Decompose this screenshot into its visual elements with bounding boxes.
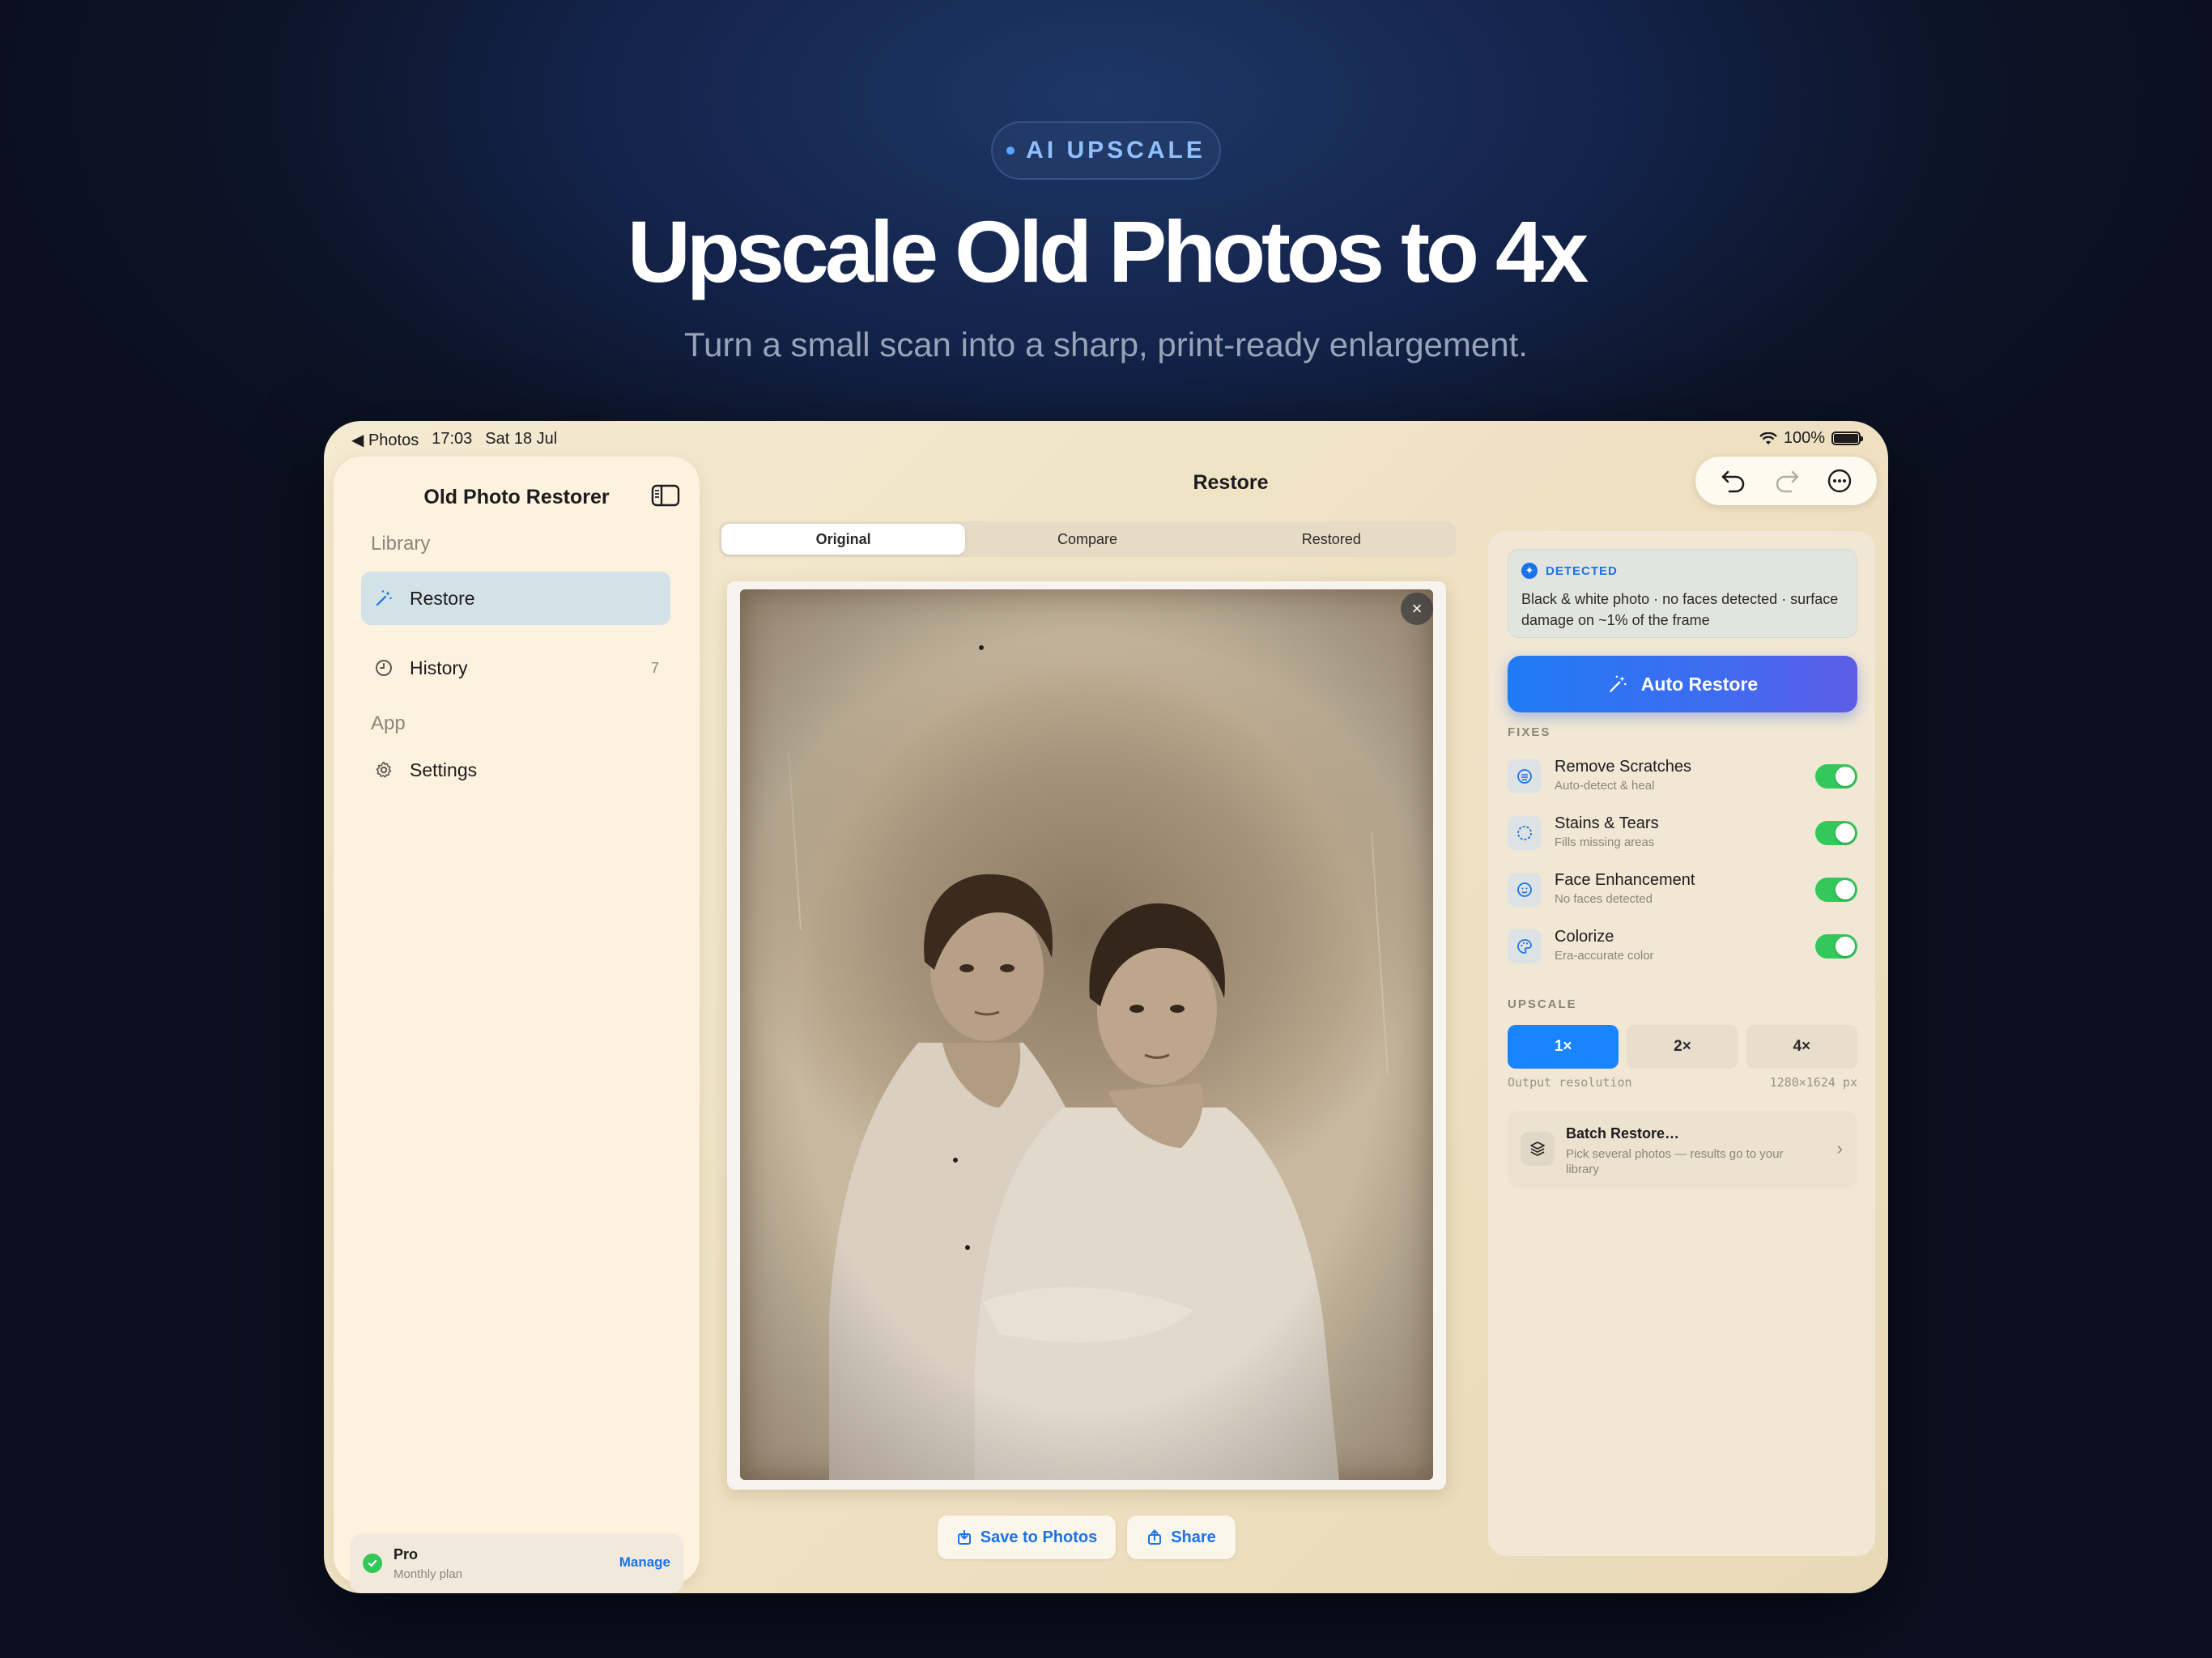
fix-title: Stains & Tears [1555,814,1659,832]
batch-title: Batch Restore… [1566,1125,1680,1141]
chevron-right-icon: › [1836,1138,1843,1158]
sidebar-item-settings[interactable]: Settings [361,743,670,797]
plan-title: Pro [393,1546,419,1562]
redo-icon[interactable] [1773,469,1801,493]
battery-icon [1831,432,1863,445]
fix-subtitle: Era-accurate color [1555,949,1654,963]
save-icon [957,1530,971,1545]
tab-restored[interactable]: Restored [1210,524,1453,555]
face-icon [1508,873,1542,907]
upscale-1x-button[interactable]: 1× [1508,1025,1619,1069]
circle-icon [1508,816,1542,850]
fix-subtitle: Auto-detect & heal [1555,779,1655,793]
auto-restore-button[interactable]: Auto Restore [1508,656,1857,712]
plan-card: Pro Monthly plan Manage [350,1533,683,1593]
fix-title: Remove Scratches [1555,758,1691,776]
status-bar: ◀ Photos 17:03 Sat 18 Jul 100% [324,421,1888,455]
edit-toolbar [1695,457,1877,505]
fix-subtitle: No faces detected [1555,892,1653,906]
ipad-screen: ◀ Photos 17:03 Sat 18 Jul 100% Old Photo… [324,421,1888,1593]
library-section-label: Library [371,533,431,555]
undo-icon[interactable] [1720,469,1747,493]
close-icon: × [1411,598,1423,619]
stains-tears-toggle[interactable] [1815,821,1857,845]
share-icon [1148,1529,1162,1545]
fix-title: Face Enhancement [1555,871,1695,889]
detection-summary-card: ✦ DETECTED Black & white photo · no face… [1508,549,1857,638]
sidebar-item-label: Restore [410,587,475,609]
upscale-section-label: UPSCALE [1508,997,1577,1011]
auto-restore-label: Auto Restore [1640,673,1759,695]
output-resolution-label: Output resolution [1508,1075,1632,1090]
battery-percent: 100% [1783,429,1825,447]
output-resolution-value: 1280×1624 px [1769,1075,1857,1090]
page-title: Restore [1193,471,1269,494]
old-photo-image [740,589,1433,1480]
batch-subtitle: Pick several photos — results go to your… [1566,1147,1784,1176]
tab-original[interactable]: Original [721,524,966,555]
hero-title: Upscale Old Photos to 4x [627,202,1589,300]
badge-label: AI UPSCALE [1026,137,1206,164]
app-section-label: App [371,712,406,734]
detected-description: Black & white photo · no faces detected … [1521,591,1839,628]
restore-options-panel: ✦ DETECTED Black & white photo · no face… [1488,531,1875,1556]
fix-stains-tears: Stains & Tears Fills missing areas [1508,811,1857,857]
back-to-app-link[interactable]: ◀ Photos [351,430,419,450]
detected-label: DETECTED [1546,563,1618,578]
sidebar-item-label: Settings [410,759,478,780]
plan-subtitle: Monthly plan [393,1567,463,1581]
portrait-illustration [740,589,1433,1480]
magic-wand-icon [1609,675,1627,692]
photo-canvas [727,581,1446,1490]
sparkle-icon: ✦ [1521,563,1538,579]
app-title: Old Photo Restorer [423,486,610,508]
fix-subtitle: Fills missing areas [1555,835,1655,849]
close-photo-button[interactable]: × [1401,593,1433,625]
checkmark-icon [363,1554,382,1573]
fix-remove-scratches: Remove Scratches Auto-detect & heal [1508,755,1857,800]
stack-icon [1521,1132,1555,1166]
status-date: Sat 18 Jul [485,430,558,448]
sidebar: Old Photo Restorer Library Restore Histo… [334,457,700,1593]
sidebar-item-restore[interactable]: Restore [361,572,670,625]
remove-scratches-toggle[interactable] [1815,764,1857,789]
sidebar-item-label: History [410,657,468,678]
fixes-section-label: FIXES [1508,725,1551,739]
feature-badge: AI UPSCALE [991,121,1221,180]
share-label: Share [1171,1528,1216,1546]
batch-restore-row[interactable]: Batch Restore… Pick several photos — res… [1508,1111,1857,1188]
badge-dot [1006,147,1015,155]
view-mode-segmented-control: Original Compare Restored [719,521,1456,557]
palette-icon [1508,929,1542,963]
gear-icon [376,761,392,778]
hero-subtitle: Turn a small scan into a sharp, print-re… [684,325,1528,363]
scratch-icon [1508,759,1542,793]
save-to-photos-button[interactable]: Save to Photos [938,1516,1116,1559]
upscale-4x-button[interactable]: 4× [1746,1025,1857,1069]
wifi-icon [1759,432,1777,444]
magic-wand-icon [376,590,392,606]
fix-face-enhancement: Face Enhancement No faces detected [1508,868,1857,913]
save-label: Save to Photos [980,1528,1098,1546]
clock-icon [376,660,392,676]
face-enhancement-toggle[interactable] [1815,878,1857,902]
more-options-icon[interactable] [1827,468,1853,494]
upscale-2x-button[interactable]: 2× [1627,1025,1738,1069]
share-button[interactable]: Share [1127,1516,1236,1559]
manage-plan-link[interactable]: Manage [619,1554,670,1571]
sidebar-item-history[interactable]: History 7 [361,641,670,695]
sidebar-toggle-icon[interactable] [651,484,680,507]
fix-colorize: Colorize Era-accurate color [1508,925,1857,970]
history-count: 7 [650,659,659,676]
fix-title: Colorize [1555,928,1614,946]
upscale-segmented-control: 1× 2× 4× [1508,1025,1857,1069]
colorize-toggle[interactable] [1815,934,1857,959]
status-time: 17:03 [432,430,473,448]
tab-compare[interactable]: Compare [965,524,1209,555]
